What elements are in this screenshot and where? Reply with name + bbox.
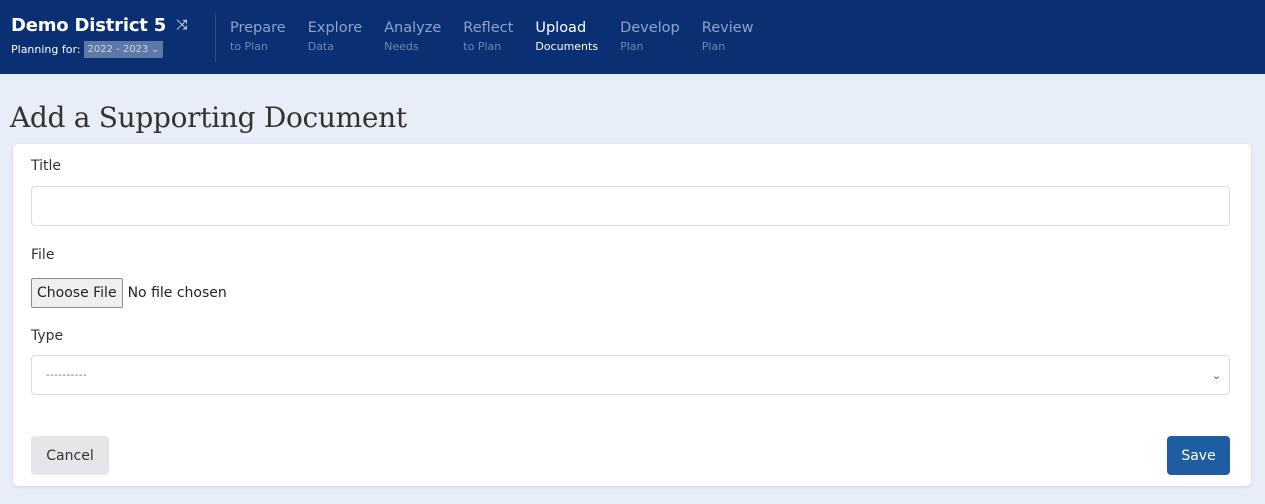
cancel-button[interactable]: Cancel	[31, 436, 109, 475]
chevron-down-icon: ⌄	[1211, 368, 1221, 382]
nav-explore[interactable]: Explore Data	[308, 0, 362, 74]
nav-reflect[interactable]: Reflect to Plan	[463, 0, 513, 74]
nav-main-label: Reflect	[463, 20, 514, 36]
page-title: Add a Supporting Document	[10, 101, 407, 134]
nav-sub-label: to Plan	[230, 40, 268, 53]
nav-sub-label: Plan	[620, 40, 644, 53]
chevron-down-icon: ⌄	[151, 44, 159, 55]
year-value: 2022 - 2023	[87, 44, 149, 55]
nav-main-label: Analyze	[384, 20, 442, 36]
shuffle-icon[interactable]: ⤨	[176, 18, 187, 32]
title-input[interactable]	[31, 186, 1230, 226]
nav-sub-label: Data	[307, 40, 334, 53]
nav-main-label: Explore	[307, 20, 363, 36]
planning-for-label: Planning for:	[11, 43, 81, 56]
save-button[interactable]: Save	[1167, 436, 1230, 475]
brand-block: Demo District 5 ⤨ Planning for: 2022 - 2…	[0, 14, 216, 62]
nav-sub-label: to Plan	[463, 40, 502, 53]
title-label: Title	[31, 158, 62, 174]
nav-sub-label: Documents	[535, 40, 599, 53]
nav-analyze[interactable]: Analyze Needs	[384, 0, 441, 74]
file-label: File	[31, 247, 55, 263]
nav-main-label: Develop	[620, 20, 680, 36]
nav-main-label: Prepare	[230, 20, 286, 36]
nav-upload[interactable]: Upload Documents	[535, 0, 598, 74]
nav-sub-label: Plan	[701, 40, 726, 53]
choose-file-button[interactable]: Choose File	[31, 278, 123, 308]
nav-main-label: Upload	[535, 20, 587, 36]
nav-sub-label: Needs	[384, 40, 419, 53]
district-name[interactable]: Demo District 5	[11, 15, 166, 36]
document-form-card: Title File Choose File No file chosen Ty…	[13, 144, 1251, 486]
file-status: No file chosen	[127, 285, 227, 301]
nav-develop[interactable]: Develop Plan	[620, 0, 680, 74]
main-nav: Prepare to Plan Explore Data Analyze Nee…	[216, 0, 776, 74]
nav-review[interactable]: Review Plan	[702, 0, 754, 74]
nav-main-label: Review	[701, 20, 754, 36]
top-navigation-bar: Demo District 5 ⤨ Planning for: 2022 - 2…	[0, 0, 1265, 74]
type-label: Type	[31, 328, 64, 344]
file-picker: Choose File No file chosen	[31, 278, 227, 308]
type-select[interactable]: ---------- ⌄	[31, 355, 1230, 395]
type-value: ----------	[46, 369, 88, 381]
nav-prepare[interactable]: Prepare to Plan	[230, 0, 286, 74]
year-select[interactable]: 2022 - 2023 ⌄	[83, 41, 163, 58]
